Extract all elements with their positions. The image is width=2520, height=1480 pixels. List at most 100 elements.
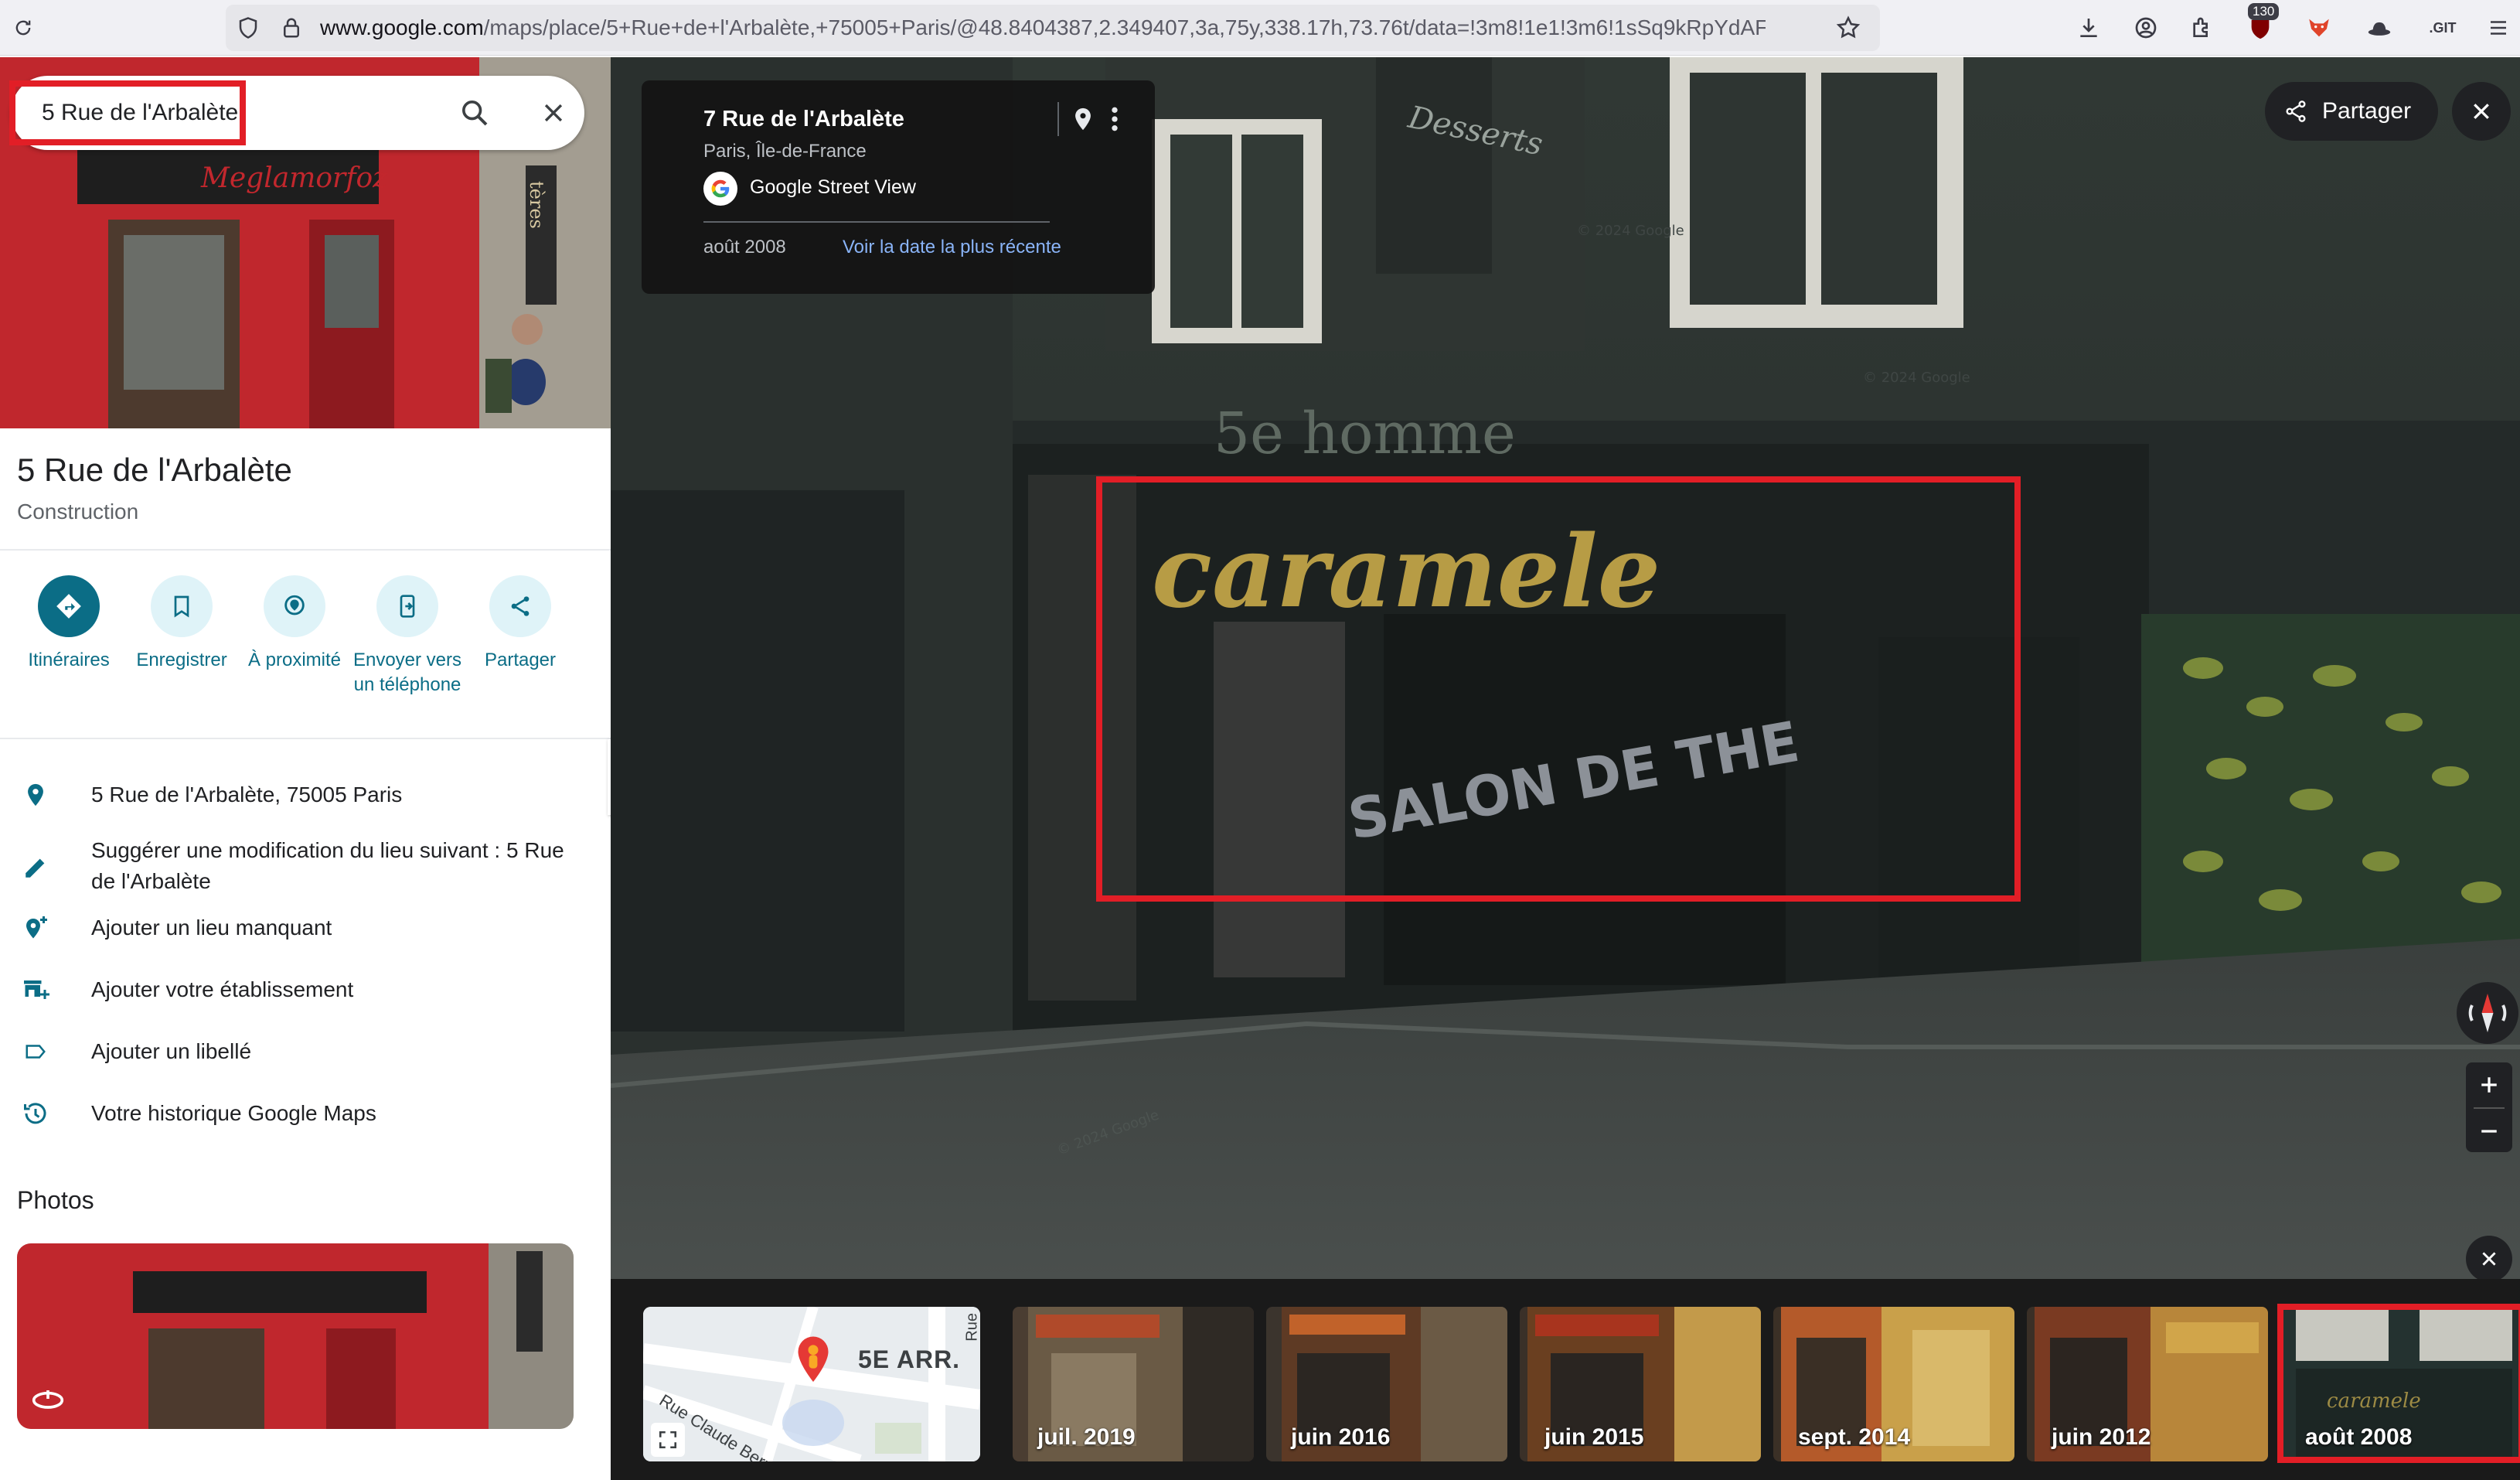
more-options-icon[interactable] [1107, 104, 1122, 135]
street-view-address[interactable]: 7 Rue de l'Arbalète [703, 107, 904, 132]
zoom-in-button[interactable] [2466, 1062, 2512, 1107]
timeline-date: juin 2012 [2052, 1424, 2151, 1450]
timeline-thumb[interactable]: juin 2015 [1520, 1307, 1761, 1461]
nearby-icon [264, 575, 325, 637]
location-pin-icon [17, 776, 54, 813]
zoom-control [2466, 1062, 2512, 1152]
action-label: Itinéraires [28, 650, 110, 670]
watermark: © 2024 Google [1577, 223, 1684, 239]
search-icon[interactable] [451, 93, 498, 133]
directions-button[interactable]: Itinéraires [12, 575, 125, 673]
timeline-thumb[interactable]: juin 2012 [2027, 1307, 2268, 1461]
sign-homme: 5e homme [1214, 401, 1516, 467]
street-view-brand: Google Street View [750, 176, 916, 198]
photo-card-street-view[interactable] [17, 1243, 574, 1429]
url-host: www.google.com [320, 15, 484, 39]
url-path: /maps/place/5+Rue+de+l'Arbalète,+75005+P… [483, 15, 1766, 39]
nearby-button[interactable]: À proximité [238, 575, 351, 673]
address-text: 5 Rue de l'Arbalète, 75005 Paris [91, 783, 403, 806]
history-text: Votre historique Google Maps [91, 1101, 376, 1125]
add-business-text: Ajouter votre établissement [91, 977, 354, 1001]
timeline-thumb[interactable]: juil. 2019 [1013, 1307, 1254, 1461]
place-title: 5 Rue de l'Arbalète [17, 452, 292, 488]
label-icon [17, 1033, 54, 1070]
map-street-label: Rue [963, 1313, 980, 1342]
timeline-thumb[interactable]: juin 2016 [1266, 1307, 1507, 1461]
street-view-viewport[interactable]: 5e homme Desserts caramele SALON DE THE … [611, 57, 2520, 1279]
bookmark-icon [151, 575, 213, 637]
divider [1057, 102, 1059, 136]
history-icon [17, 1095, 54, 1132]
close-icon [2470, 100, 2493, 123]
save-button[interactable]: Enregistrer [125, 575, 238, 673]
action-label: Enregistrer [136, 650, 227, 670]
lock-icon[interactable] [280, 16, 303, 39]
side-sign-text: tères [526, 181, 547, 229]
send-to-phone-icon [376, 575, 438, 637]
downloads-icon[interactable] [2070, 9, 2107, 46]
git-extension-icon[interactable]: .GIT [2424, 9, 2461, 46]
share-button[interactable]: Partager [464, 575, 577, 673]
street-view-city: Paris, Île-de-France [703, 141, 867, 162]
timeline-date: juil. 2019 [1037, 1424, 1136, 1450]
street-view-date: août 2008 [703, 237, 786, 257]
map-district-label: 5E ARR. [858, 1345, 961, 1373]
street-view-info-card: 7 Rue de l'Arbalète Paris, Île-de-France… [642, 80, 1155, 294]
share-icon [489, 575, 551, 637]
close-icon[interactable] [530, 93, 577, 133]
url-text[interactable]: www.google.com/maps/place/5+Rue+de+l'Arb… [320, 5, 1766, 51]
add-label-text: Ajouter un libellé [91, 1039, 252, 1063]
extension-badge: 130 [2248, 3, 2280, 20]
map-pin-icon[interactable] [1070, 104, 1096, 135]
share-label: Partager [2322, 98, 2412, 124]
menu-hamburger-icon[interactable] [2480, 9, 2517, 46]
bookmark-star-icon[interactable] [1835, 15, 1861, 41]
street-view-share-button[interactable]: Partager [2265, 82, 2438, 141]
compass-icon[interactable] [2457, 982, 2518, 1044]
suggest-edit-text: Suggérer une modification du lieu suivan… [91, 838, 564, 893]
timeline-date: sept. 2014 [1798, 1424, 1911, 1450]
highlight-box-caramele [1096, 476, 2021, 902]
pencil-icon [17, 849, 54, 886]
timeline-date: juin 2016 [1291, 1424, 1391, 1450]
street-view-360-icon [31, 1387, 65, 1410]
send-to-phone-button[interactable]: Envoyer vers un téléphone [351, 575, 464, 697]
extensions-puzzle-icon[interactable] [2183, 9, 2220, 46]
divider [0, 549, 611, 551]
url-bar[interactable]: www.google.com/maps/place/5+Rue+de+l'Arb… [226, 5, 1880, 51]
place-panel: Meglamorfoz tères 5 Rue de l'Arbalète Co… [0, 57, 611, 1480]
mini-map[interactable]: 5E ARR. Rue Claude Bernard Rue [643, 1307, 980, 1461]
add-place-text: Ajouter un lieu manquant [91, 916, 332, 939]
account-icon[interactable] [2127, 9, 2164, 46]
photos-heading: Photos [17, 1186, 94, 1214]
action-label: À proximité [247, 650, 342, 670]
google-logo-icon [703, 172, 737, 206]
action-label: Partager [484, 650, 557, 670]
highlight-box-selected-date [2277, 1304, 2520, 1463]
timeline-thumb[interactable]: sept. 2014 [1773, 1307, 2014, 1461]
see-latest-date-link[interactable]: Voir la date la plus récente [843, 237, 1061, 258]
directions-icon [38, 575, 100, 637]
store-icon [17, 971, 54, 1008]
browser-toolbar: www.google.com/maps/place/5+Rue+de+l'Arb… [0, 0, 2520, 56]
share-icon [2283, 99, 2308, 124]
shop-sign-text: Meglamorfoz [200, 162, 388, 194]
action-label: Envoyer vers un téléphone [352, 650, 462, 695]
divider [703, 221, 1050, 223]
close-icon [2479, 1249, 2499, 1269]
close-street-view-button[interactable] [2452, 82, 2511, 141]
expand-map-icon[interactable] [651, 1423, 685, 1457]
pegman-pin-icon [793, 1335, 833, 1389]
timeline-date: juin 2015 [1544, 1424, 1644, 1450]
watermark: © 2024 Google [1863, 370, 1970, 386]
hat-extension-icon[interactable] [2361, 9, 2398, 46]
street-view-timeline: 5E ARR. Rue Claude Bernard Rue juil. 201… [611, 1279, 2520, 1480]
zoom-out-button[interactable] [2466, 1109, 2512, 1154]
tracking-shield-icon[interactable] [237, 16, 260, 39]
fox-extension-icon[interactable] [2300, 9, 2338, 46]
highlight-box-search [9, 80, 246, 145]
close-timeline-button[interactable] [2466, 1236, 2512, 1279]
place-category[interactable]: Construction [17, 500, 138, 524]
reload-icon[interactable] [6, 11, 40, 45]
add-place-icon [17, 909, 54, 946]
